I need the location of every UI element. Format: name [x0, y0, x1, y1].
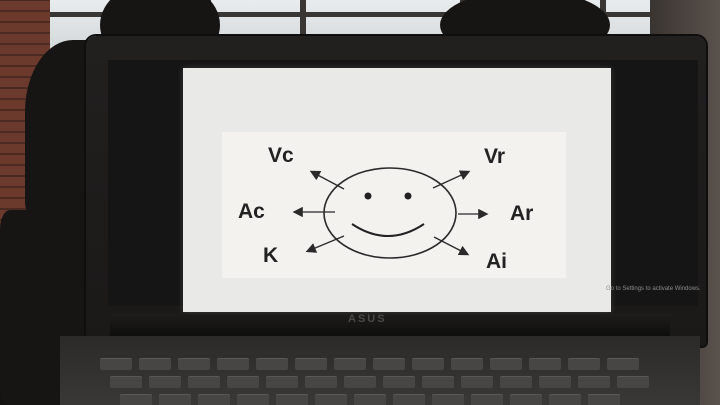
keyboard-key: [461, 376, 493, 388]
keyboard-key: [607, 358, 639, 370]
keyboard-key: [617, 376, 649, 388]
keyboard-key: [588, 394, 620, 405]
keyboard-key: [539, 376, 571, 388]
label-ai: Ai: [486, 250, 507, 273]
smiley-eye-right: [404, 192, 412, 200]
keyboard-key: [354, 394, 386, 405]
keyboard-row: [120, 394, 620, 405]
smiley-face-circle: [323, 167, 457, 259]
keyboard-key: [432, 394, 464, 405]
keyboard-key: [198, 394, 230, 405]
keyboard-key: [578, 376, 610, 388]
laptop-brand-logo: ASUS: [348, 313, 387, 325]
keyboard-row: [100, 358, 639, 370]
keyboard-key: [276, 394, 308, 405]
label-vr: Vr: [484, 145, 506, 168]
laptop-hinge: [110, 314, 670, 336]
keyboard-key: [110, 376, 142, 388]
arrow-top-right: [432, 170, 471, 189]
label-k: K: [263, 244, 279, 267]
keyboard-key: [568, 358, 600, 370]
arrow-top-left: [309, 170, 345, 190]
keyboard-key: [100, 358, 132, 370]
keyboard-key: [120, 394, 152, 405]
photo-scene: Vc Vr Ac Ar K Ai Go to Settings to activ…: [0, 0, 720, 405]
keyboard-key: [334, 358, 366, 370]
keyboard-key: [500, 376, 532, 388]
keyboard-row: [110, 376, 649, 388]
keyboard-key: [237, 394, 269, 405]
arrow-bottom-right: [433, 236, 470, 256]
arrow-bottom-left: [305, 235, 345, 253]
keyboard-key: [373, 358, 405, 370]
keyboard-key: [412, 358, 444, 370]
keyboard-key: [315, 394, 347, 405]
smiley-eye-left: [364, 192, 372, 200]
windows-activation-watermark: Go to Settings to activate Windows.: [606, 286, 701, 292]
keyboard-key: [266, 376, 298, 388]
keyboard-key: [422, 376, 454, 388]
keyboard-key: [256, 358, 288, 370]
keyboard-key: [305, 376, 337, 388]
smiley-mouth: [351, 223, 425, 237]
keyboard-key: [227, 376, 259, 388]
keyboard-key: [510, 394, 542, 405]
keyboard-key: [490, 358, 522, 370]
label-ar: Ar: [510, 202, 534, 225]
keyboard-key: [393, 394, 425, 405]
keyboard-key: [149, 376, 181, 388]
keyboard-key: [295, 358, 327, 370]
label-ac: Ac: [238, 200, 265, 223]
keyboard-key: [217, 358, 249, 370]
label-vc: Vc: [268, 144, 294, 167]
keyboard-key: [178, 358, 210, 370]
keyboard-key: [471, 394, 503, 405]
keyboard-key: [188, 376, 220, 388]
keyboard-key: [344, 376, 376, 388]
laptop-keyboard: [60, 336, 700, 405]
keyboard-key: [529, 358, 561, 370]
keyboard-key: [451, 358, 483, 370]
keyboard-key: [383, 376, 415, 388]
keyboard-key: [549, 394, 581, 405]
keyboard-key: [139, 358, 171, 370]
keyboard-key: [159, 394, 191, 405]
